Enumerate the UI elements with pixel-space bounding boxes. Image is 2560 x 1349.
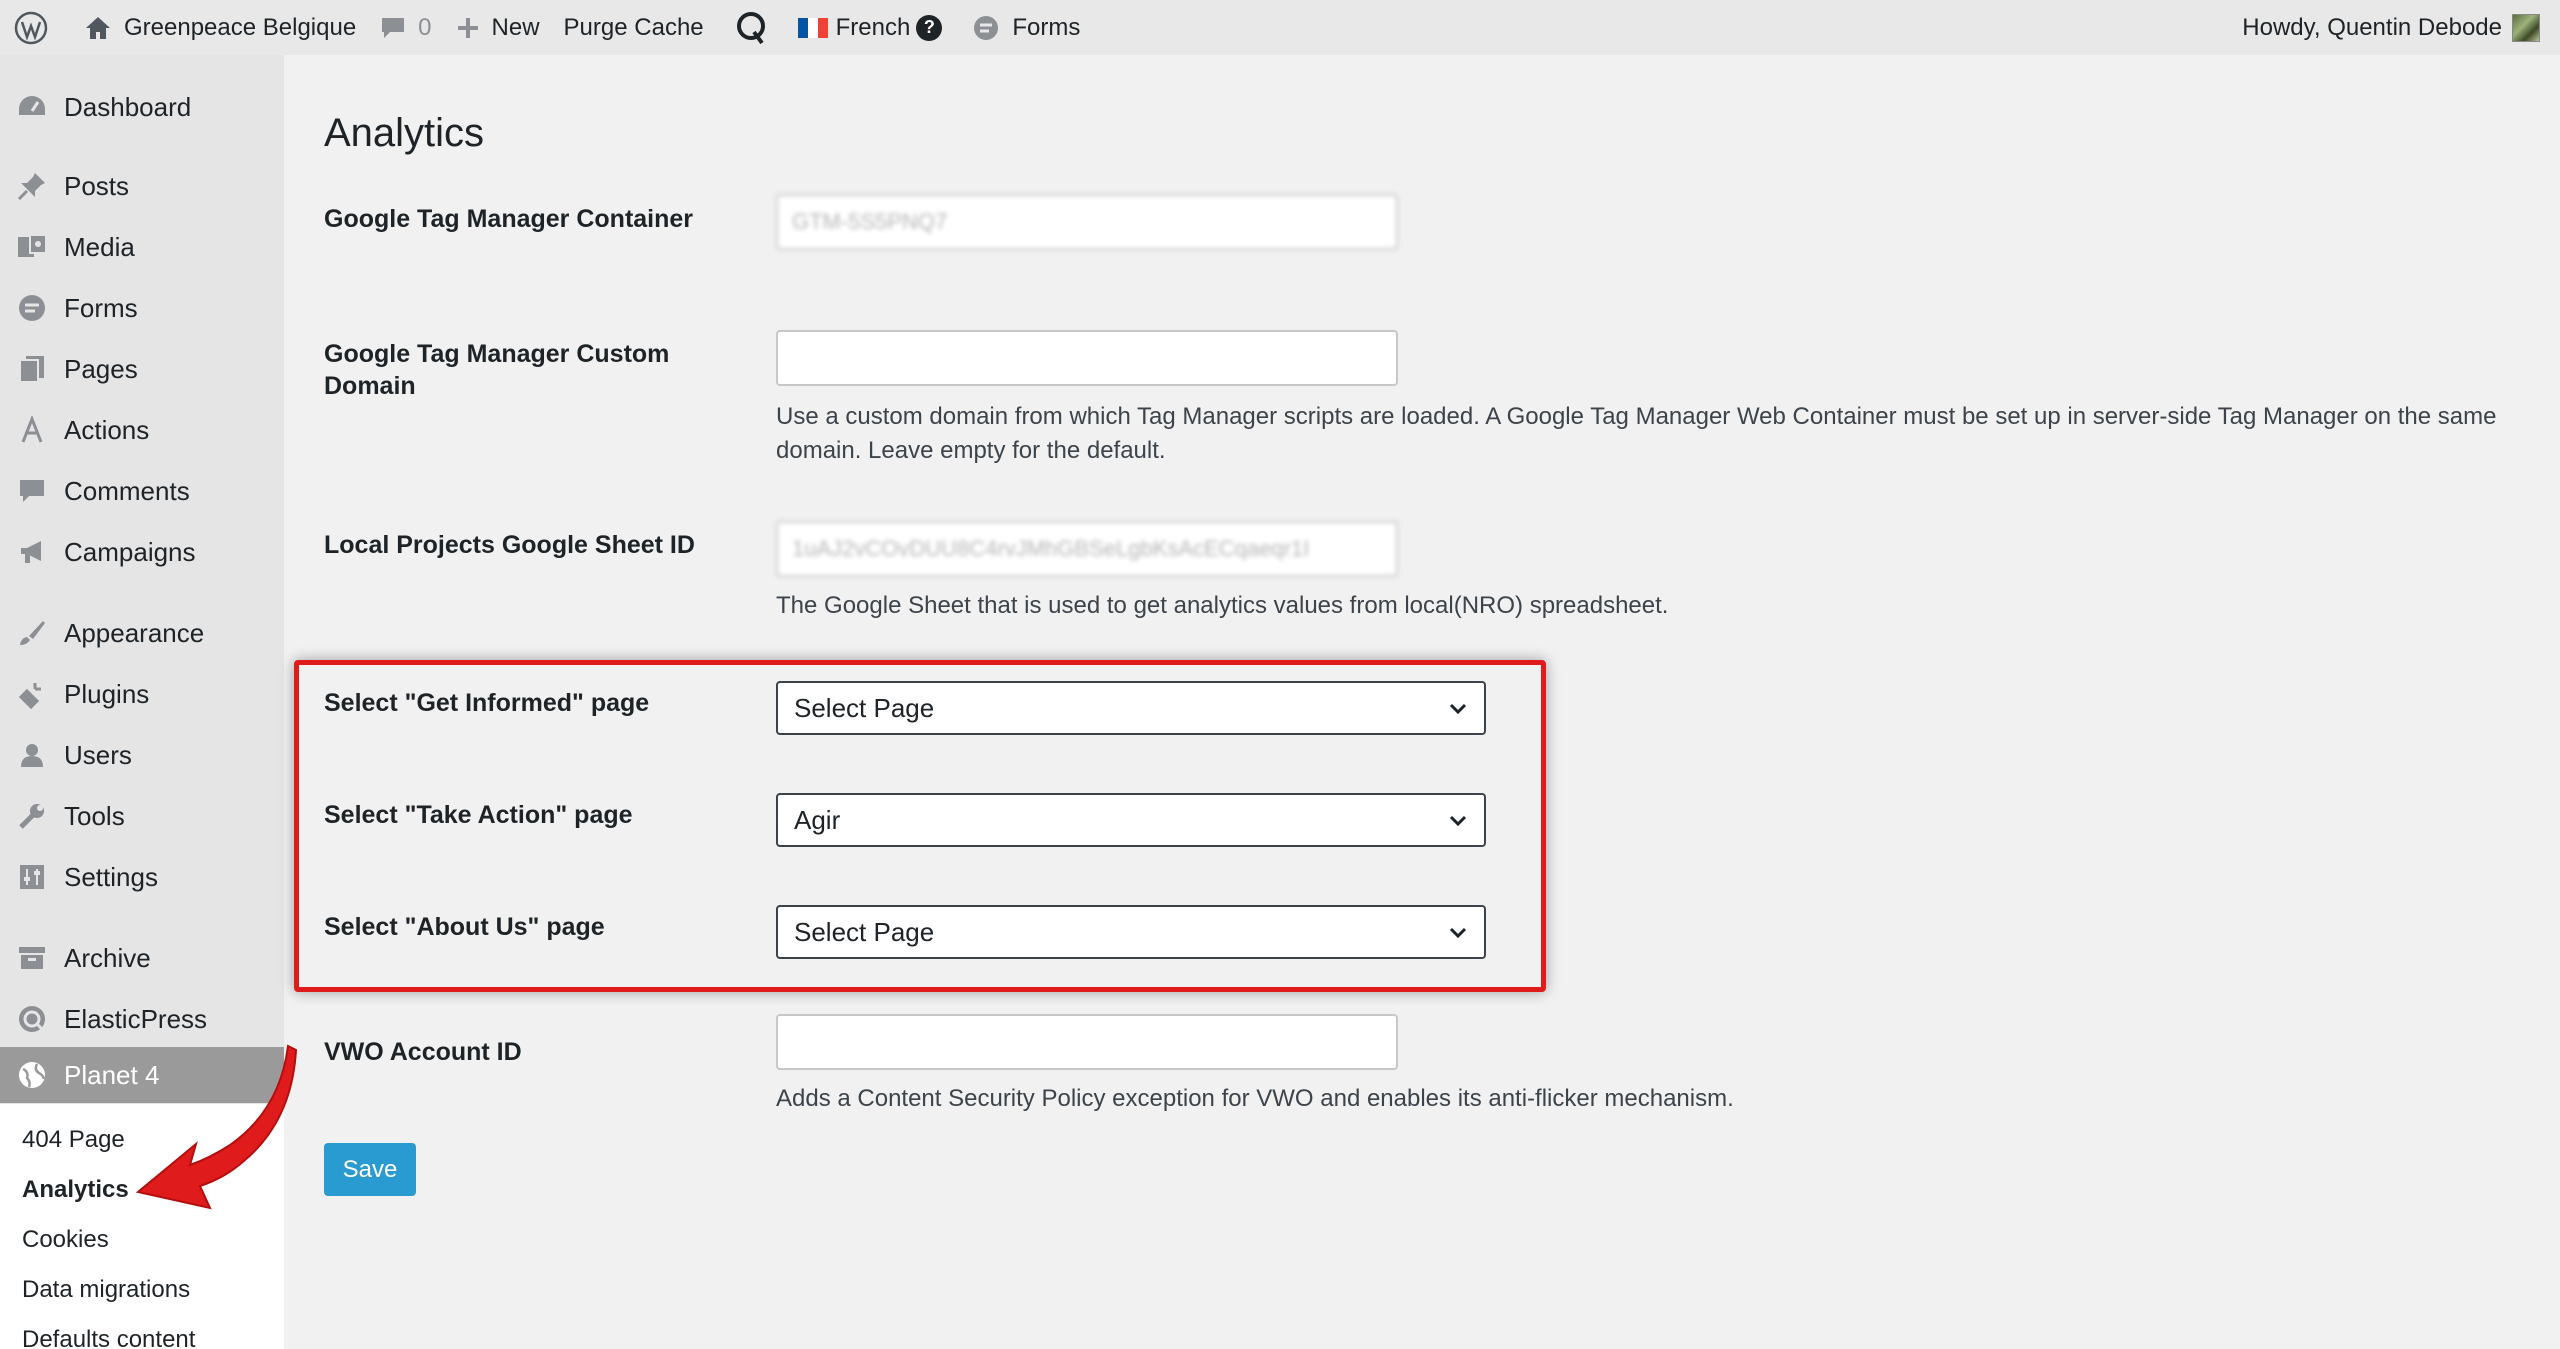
menu-campaigns[interactable]: Campaigns [0, 524, 284, 580]
help-icon[interactable]: ? [916, 14, 943, 41]
query-monitor-icon [736, 11, 765, 44]
forms-link[interactable]: Forms [960, 0, 1092, 55]
admin-bar: Greenpeace Belgique 0 New Purge Cache Fr… [0, 0, 2560, 55]
menu-users[interactable]: Users [0, 727, 284, 783]
new-content-link[interactable]: New [444, 0, 552, 55]
brush-icon [0, 618, 64, 648]
wrench-icon [0, 801, 64, 831]
pin-icon [0, 171, 64, 201]
my-account-link[interactable]: Howdy, Quentin Debode [2242, 0, 2540, 55]
dashboard-icon [0, 93, 64, 121]
vwo-account-input[interactable] [776, 1014, 1398, 1070]
save-button[interactable]: Save [324, 1143, 416, 1196]
new-label: New [491, 13, 540, 41]
home-icon [84, 15, 112, 41]
avatar [2512, 13, 2540, 42]
user-icon [0, 741, 64, 769]
submenu-404-page[interactable]: 404 Page [22, 1126, 125, 1154]
plug-icon [0, 679, 64, 709]
wordpress-logo-button[interactable] [0, 0, 60, 55]
site-name-link[interactable]: Greenpeace Belgique [72, 0, 368, 55]
comment-bubble-icon [380, 16, 406, 40]
gtm-container-input[interactable] [776, 194, 1398, 250]
take-action-label: Select "Take Action" page [324, 801, 633, 829]
chevron-down-icon [1449, 815, 1467, 827]
chevron-down-icon [1449, 927, 1467, 939]
plus-icon [456, 16, 480, 40]
menu-forms[interactable]: Forms [0, 280, 284, 336]
page-title: Analytics [324, 111, 485, 155]
menu-tools[interactable]: Tools [0, 788, 284, 844]
archive-icon [0, 944, 64, 972]
vwo-account-label: VWO Account ID [324, 1038, 522, 1066]
submenu-data-migrations[interactable]: Data migrations [22, 1276, 190, 1304]
french-flag-icon [797, 17, 828, 38]
purge-cache-label: Purge Cache [563, 13, 704, 41]
gravity-forms-icon [972, 14, 1000, 42]
main-content: Analytics Google Tag Manager Container G… [284, 55, 2560, 1349]
megaphone-icon [0, 537, 64, 567]
gtm-domain-input[interactable] [776, 330, 1398, 386]
howdy-text: Howdy, Quentin Debode [2242, 13, 2502, 41]
menu-archive[interactable]: Archive [0, 930, 284, 986]
submenu-cookies[interactable]: Cookies [22, 1226, 109, 1254]
get-informed-select[interactable]: Select Page [776, 681, 1486, 735]
menu-comments[interactable]: Comments [0, 463, 284, 519]
gtm-domain-description: Use a custom domain from which Tag Manag… [776, 403, 2497, 464]
purge-cache-link[interactable]: Purge Cache [552, 0, 716, 55]
google-sheet-description: The Google Sheet that is used to get ana… [776, 592, 1669, 619]
comments-count: 0 [418, 13, 432, 41]
menu-dashboard[interactable]: Dashboard [0, 79, 284, 135]
menu-settings[interactable]: Settings [0, 849, 284, 905]
google-sheet-label: Local Projects Google Sheet ID [324, 531, 695, 559]
globe-icon [0, 1060, 64, 1090]
about-us-label: Select "About Us" page [324, 913, 605, 941]
red-arrow-annotation [135, 1044, 298, 1210]
site-name: Greenpeace Belgique [124, 13, 357, 41]
gtm-domain-label: Google Tag Manager Custom Domain [324, 340, 670, 400]
submenu-defaults-content[interactable]: Defaults content [22, 1326, 195, 1349]
language-switcher[interactable]: French ? [786, 0, 955, 55]
about-us-select[interactable]: Select Page [776, 905, 1486, 959]
wordpress-icon [14, 11, 48, 44]
vwo-description: Adds a Content Security Policy exception… [776, 1085, 1734, 1112]
sliders-icon [0, 863, 64, 891]
forms-icon [0, 293, 64, 323]
elasticpress-icon [0, 1004, 64, 1034]
menu-plugins[interactable]: Plugins [0, 666, 284, 722]
menu-posts[interactable]: Posts [0, 158, 284, 214]
media-icon [0, 233, 64, 261]
query-monitor-link[interactable] [716, 0, 786, 55]
submenu-analytics[interactable]: Analytics [22, 1176, 129, 1204]
forms-label: Forms [1012, 13, 1081, 41]
menu-actions[interactable]: Actions [0, 402, 284, 458]
take-action-select[interactable]: Agir [776, 793, 1486, 847]
comments-link[interactable]: 0 [368, 0, 443, 55]
menu-media[interactable]: Media [0, 219, 284, 275]
get-informed-label: Select "Get Informed" page [324, 689, 650, 717]
language-label: French [835, 13, 911, 41]
menu-pages[interactable]: Pages [0, 341, 284, 397]
menu-appearance[interactable]: Appearance [0, 605, 284, 661]
chevron-down-icon [1449, 703, 1467, 715]
menu-elasticpress[interactable]: ElasticPress [0, 991, 284, 1047]
google-sheet-input[interactable] [776, 521, 1398, 577]
pages-icon [0, 354, 64, 384]
actions-icon [0, 416, 64, 444]
comment-icon [0, 477, 64, 505]
gtm-container-label: Google Tag Manager Container [324, 205, 694, 233]
